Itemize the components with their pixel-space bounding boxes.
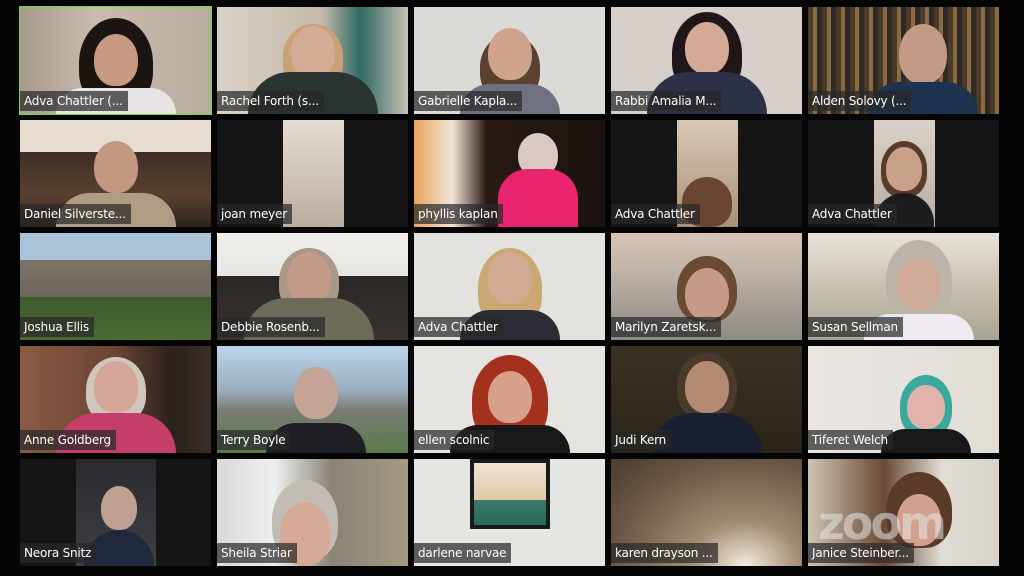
participant-name: Marilyn Zaretsk... — [611, 317, 722, 337]
participant-face — [101, 486, 138, 530]
participant-face — [885, 147, 922, 191]
participant-face — [487, 252, 532, 304]
wall-painting — [470, 459, 550, 529]
participant-name: Rachel Forth (s... — [217, 91, 324, 111]
participant-name: Joshua Ellis — [20, 317, 94, 337]
participant-name: Adva Chattler — [414, 317, 503, 337]
participant-face — [290, 26, 335, 78]
participant-tile[interactable]: darlene narvae — [414, 459, 605, 566]
participant-tile[interactable]: Adva Chattler — [611, 120, 802, 227]
participant-face — [93, 141, 138, 193]
participant-name: Adva Chattler — [808, 204, 897, 224]
participant-tile[interactable]: Adva Chattler — [414, 233, 605, 340]
participant-name: karen drayson ... — [611, 543, 718, 563]
participant-name: joan meyer — [217, 204, 292, 224]
participant-name: Sheila Striar — [217, 543, 297, 563]
participant-tile[interactable]: Anne Goldberg — [20, 346, 211, 453]
participant-name: Adva Chattler — [611, 204, 700, 224]
participant-tile[interactable]: Rabbi Amalia M... — [611, 7, 802, 114]
participant-tile[interactable]: Debbie Rosenb... — [217, 233, 408, 340]
participant-tile[interactable]: Rachel Forth (s... — [217, 7, 408, 114]
participant-tile[interactable]: Adva Chattler — [808, 120, 999, 227]
participant-tile[interactable]: Gabrielle Kapla... — [414, 7, 605, 114]
participant-face — [684, 361, 729, 413]
participant-tile[interactable]: Marilyn Zaretsk... — [611, 233, 802, 340]
participant-name: ellen scolnic — [414, 430, 495, 450]
participant-name: Gabrielle Kapla... — [414, 91, 522, 111]
participant-face — [898, 24, 947, 84]
participant-face — [93, 34, 138, 86]
participant-body — [881, 429, 972, 453]
participant-name: Debbie Rosenb... — [217, 317, 325, 337]
participant-name: Alden Solovy (... — [808, 91, 912, 111]
participant-tile[interactable]: phyllis kaplan — [414, 120, 605, 227]
participant-name: Susan Sellman — [808, 317, 903, 337]
participant-face — [286, 252, 331, 304]
participant-tile[interactable]: Neora Snitz — [20, 459, 211, 566]
participant-face — [684, 268, 729, 320]
participant-name: Daniel Silverste... — [20, 204, 131, 224]
participant-tile[interactable]: karen drayson ... — [611, 459, 802, 566]
video-gallery-grid: Adva Chattler (... Rachel Forth (s... Ga… — [19, 6, 999, 566]
participant-face — [684, 22, 729, 74]
participant-name: Neora Snitz — [20, 543, 97, 563]
participant-name: Rabbi Amalia M... — [611, 91, 722, 111]
participant-face — [896, 258, 941, 310]
participant-face — [907, 385, 946, 429]
participant-face — [487, 371, 532, 423]
participant-tile[interactable]: Daniel Silverste... — [20, 120, 211, 227]
participant-name: Anne Goldberg — [20, 430, 116, 450]
participant-tile[interactable]: Alden Solovy (... — [808, 7, 999, 114]
participant-tile[interactable]: Sheila Striar — [217, 459, 408, 566]
participant-face — [93, 361, 138, 413]
participant-tile[interactable]: Adva Chattler (... — [19, 6, 212, 115]
participant-tile[interactable]: Judi Kern — [611, 346, 802, 453]
participant-name: Tiferet Welch — [808, 430, 893, 450]
participant-body — [498, 169, 579, 227]
participant-name: Judi Kern — [611, 430, 672, 450]
participant-tile[interactable]: Terry Boyle — [217, 346, 408, 453]
participant-name: phyllis kaplan — [414, 204, 503, 224]
zoom-watermark-logo: zoom — [818, 496, 947, 550]
video-feed — [283, 120, 344, 227]
participant-tile[interactable]: joan meyer — [217, 120, 408, 227]
participant-tile[interactable]: Tiferet Welch — [808, 346, 999, 453]
participant-name: Terry Boyle — [217, 430, 291, 450]
participant-tile[interactable]: ellen scolnic — [414, 346, 605, 453]
participant-face — [487, 28, 532, 80]
participant-tile[interactable]: Susan Sellman — [808, 233, 999, 340]
participant-tile[interactable]: Joshua Ellis — [20, 233, 211, 340]
participant-name: darlene narvae — [414, 543, 512, 563]
participant-name: Adva Chattler (... — [20, 91, 128, 111]
participant-face — [294, 367, 339, 419]
